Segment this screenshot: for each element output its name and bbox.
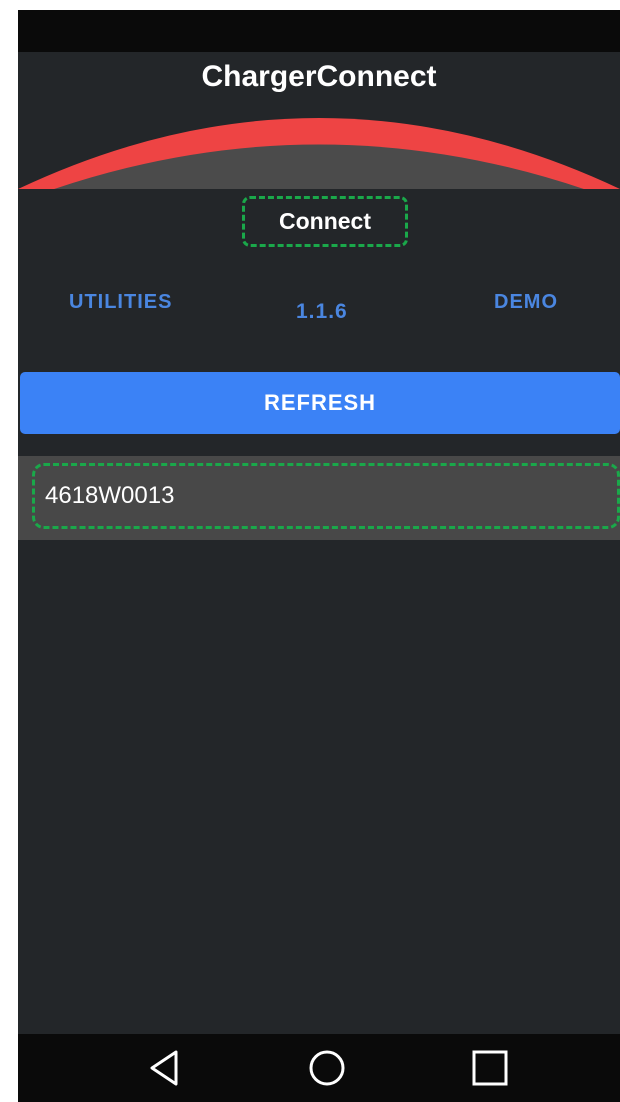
app-title: ChargerConnect — [201, 60, 437, 93]
device-list: 4618W0013 — [18, 456, 620, 540]
demo-link[interactable]: DEMO — [494, 291, 558, 314]
connect-button[interactable]: Connect — [242, 196, 408, 247]
status-bar — [18, 10, 620, 52]
app-header: ChargerConnect — [18, 52, 620, 189]
utilities-link[interactable]: UTILITIES — [69, 291, 172, 314]
system-nav-bar — [18, 1034, 620, 1102]
version-label: 1.1.6 — [296, 300, 348, 323]
recents-square-icon[interactable] — [470, 1048, 510, 1088]
device-screen: ChargerConnect Connect UTILITIES 1.1.6 D… — [18, 10, 620, 1102]
device-list-item[interactable]: 4618W0013 — [32, 463, 620, 529]
back-triangle-icon[interactable] — [146, 1048, 182, 1088]
device-id-label: 4618W0013 — [45, 482, 175, 509]
connect-label: Connect — [279, 208, 371, 234]
refresh-button[interactable]: REFRESH — [20, 372, 620, 434]
home-circle-icon[interactable] — [307, 1048, 347, 1088]
